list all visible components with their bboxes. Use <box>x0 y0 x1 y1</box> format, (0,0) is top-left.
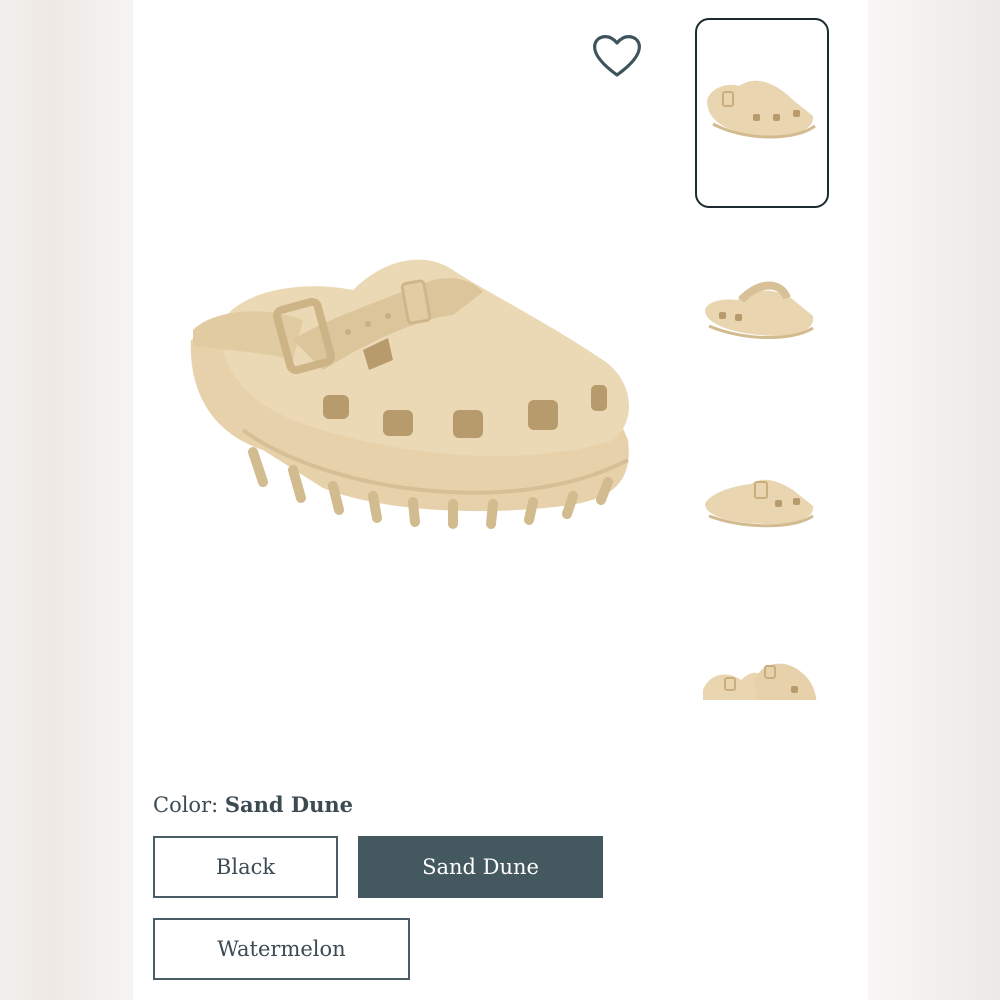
background-right <box>868 0 1000 1000</box>
thumbnail-4[interactable] <box>695 600 829 700</box>
thumbnail-2[interactable] <box>695 220 829 410</box>
color-label: Color: Sand Dune <box>153 792 353 817</box>
favorite-heart-icon[interactable] <box>589 28 645 84</box>
selected-color-name: Sand Dune <box>224 792 354 817</box>
thumbnail-3[interactable] <box>695 410 829 600</box>
background-left <box>0 0 133 1000</box>
color-label-prefix: Color: <box>153 793 219 817</box>
color-option-sand-dune[interactable]: Sand Dune <box>358 836 603 898</box>
main-product-image <box>183 220 653 550</box>
color-option-black[interactable]: Black <box>153 836 338 898</box>
color-option-watermelon[interactable]: Watermelon <box>153 918 410 980</box>
thumbnail-1[interactable] <box>695 18 829 208</box>
product-page: Color: Sand Dune Black Sand Dune Waterme… <box>133 0 868 1000</box>
